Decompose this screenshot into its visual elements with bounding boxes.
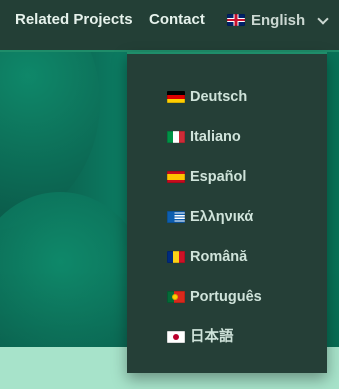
language-option-label: Español [190, 169, 247, 185]
language-option-espanol[interactable]: Español [167, 168, 246, 186]
top-navbar: Related Projects Contact English [0, 0, 339, 52]
language-option-label: Română [190, 249, 248, 265]
de-flag-icon [167, 91, 185, 103]
language-option-label: Português [190, 289, 262, 305]
language-selector-label: English [251, 11, 306, 29]
language-option-portugues[interactable]: Português [167, 288, 262, 306]
language-option-greek[interactable]: Ελληνικά [167, 208, 253, 226]
language-dropdown-menu: Deutsch Italiano Español Ελληνικά Română… [127, 52, 327, 373]
chevron-down-icon [317, 12, 329, 25]
language-option-label: Italiano [190, 129, 241, 145]
es-flag-icon [167, 171, 185, 183]
language-option-label: Deutsch [190, 89, 248, 105]
gr-flag-icon [167, 211, 185, 223]
nav-link-related-projects[interactable]: Related Projects [15, 10, 133, 30]
language-option-label: Ελληνικά [190, 209, 254, 225]
jp-flag-icon [167, 331, 185, 343]
language-option-deutsch[interactable]: Deutsch [167, 88, 247, 106]
language-option-label: 日本語 [190, 329, 234, 345]
uk-flag-icon [227, 14, 245, 26]
pt-flag-icon [167, 291, 185, 303]
nav-link-contact[interactable]: Contact [149, 10, 205, 30]
it-flag-icon [167, 131, 185, 143]
language-option-italiano[interactable]: Italiano [167, 128, 241, 146]
language-option-japanese[interactable]: 日本語 [167, 328, 234, 346]
ro-flag-icon [167, 251, 185, 263]
language-selector[interactable]: English [227, 10, 329, 30]
language-option-romana[interactable]: Română [167, 248, 247, 266]
